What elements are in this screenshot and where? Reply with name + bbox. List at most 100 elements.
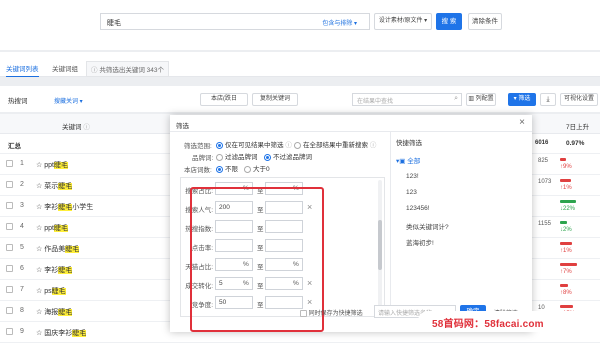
row-count: 1155 xyxy=(538,221,551,227)
radio-selected-icon xyxy=(264,153,271,161)
row-trend: ↓22% xyxy=(560,206,576,212)
quick-filter-item[interactable]: 123456! xyxy=(406,205,430,212)
row-trend: ↑7% xyxy=(560,269,572,275)
scrollbar-track[interactable] xyxy=(378,180,382,314)
filter-button[interactable]: ▾ 筛选 xyxy=(508,93,536,106)
row-keyword[interactable]: ☆ 作品美睫毛 xyxy=(36,244,80,254)
quick-filter-item[interactable]: 123! xyxy=(406,173,419,180)
row-keyword[interactable]: ☆ ppt睫毛 xyxy=(36,160,68,170)
row-index: 8 xyxy=(20,307,24,314)
summary-percent: 0.97% xyxy=(566,140,585,147)
brand-option-nofilter[interactable]: 不过滤品牌词 xyxy=(264,151,312,161)
close-icon[interactable]: × xyxy=(519,117,525,128)
column-config-button[interactable]: ▥ 列配置 xyxy=(466,93,496,106)
row-index: 7 xyxy=(20,286,24,293)
keyword-highlight: 睫毛 xyxy=(58,204,73,211)
keyword-highlight: 睫毛 xyxy=(58,309,73,316)
file-type-dropdown[interactable]: 设计素材/原文件 ▾ xyxy=(374,13,432,30)
quick-filter-panel xyxy=(390,132,391,317)
clear-conditions-button[interactable]: 清除条件 xyxy=(468,13,502,30)
row-checkbox[interactable] xyxy=(6,181,13,188)
keyword-highlight: 睫毛 xyxy=(53,225,68,232)
column-config-label: 列配置 xyxy=(475,96,494,102)
help-icon: ⓘ xyxy=(285,142,292,149)
trend-bar xyxy=(560,284,568,287)
count-option-any[interactable]: 不限 xyxy=(216,163,238,173)
row-index: 5 xyxy=(20,244,24,251)
row-checkbox[interactable] xyxy=(6,244,13,251)
row-index: 6 xyxy=(20,265,24,272)
row-keyword[interactable]: ☆ 海报睫毛 xyxy=(36,307,73,317)
keyword-source-dropdown[interactable]: 搜藏关词 ▾ xyxy=(54,96,83,105)
save-quick-filter-checkbox[interactable]: 同时保存为快捷筛选 xyxy=(300,308,363,317)
row-checkbox[interactable] xyxy=(6,202,13,209)
row-keyword[interactable]: ☆ 李衫睫毛小学生 xyxy=(36,202,93,212)
info-icon: ⓘ xyxy=(91,67,98,74)
help-icon: ⓘ xyxy=(83,124,90,131)
row-index: 1 xyxy=(20,160,24,167)
keyword-highlight: 睫毛 xyxy=(53,162,68,169)
row-trend: ↓2% xyxy=(560,227,572,233)
quick-filter-item[interactable]: 类似关键词计? xyxy=(406,221,449,231)
match-mode-dropdown[interactable]: 包含与排除 ▾ xyxy=(322,18,357,27)
trend-bar xyxy=(560,242,572,245)
result-search-input[interactable]: 在结果中查找 ⌕ xyxy=(352,93,462,106)
brand-option-filter[interactable]: 过滤品牌词 xyxy=(216,151,258,161)
row-checkbox[interactable] xyxy=(6,286,13,293)
count-option-gt0[interactable]: 大于0 xyxy=(244,163,270,173)
toolbar-left-label: 热搜词 xyxy=(8,98,28,105)
filter-icon: ▾ xyxy=(513,96,517,102)
filter-dialog: 筛选 × 筛选范围: 仅在可见结果中筛选 ⓘ 在全部结果中重新搜索 ⓘ 品牌词:… xyxy=(170,115,532,332)
row-checkbox[interactable] xyxy=(6,160,13,167)
search-input-value: 睫毛 xyxy=(107,20,121,27)
row-count: 825 xyxy=(538,158,549,164)
help-icon: ⓘ xyxy=(369,142,377,149)
scope-label: 筛选范围: xyxy=(184,143,212,150)
row-keyword[interactable]: ☆ ps睫毛 xyxy=(36,286,66,296)
summary-number: 6016 xyxy=(535,140,549,146)
result-count-badge: ⓘ 共筛选出关键词 343个 xyxy=(86,61,169,77)
row-checkbox[interactable] xyxy=(6,223,13,230)
row-checkbox[interactable] xyxy=(6,265,13,272)
download-icon: ⤓ xyxy=(546,96,550,103)
row-trend: ↑9% xyxy=(560,164,572,170)
search-icon: ⌕ xyxy=(454,95,458,102)
result-search-placeholder: 在结果中查找 xyxy=(357,99,394,105)
tab-keyword-list[interactable]: 关键词列表 xyxy=(6,63,39,77)
row-count: 1073 xyxy=(538,179,552,185)
row-keyword[interactable]: ☆ 国庆李衫睫毛 xyxy=(36,328,87,338)
scrollbar-thumb[interactable] xyxy=(378,220,382,270)
shop-filter-button[interactable]: 本店(跌日 xyxy=(200,93,248,106)
filter-button-label: 筛选 xyxy=(518,96,531,102)
trend-bar xyxy=(560,179,571,182)
trend-bar xyxy=(560,158,566,161)
row-checkbox[interactable] xyxy=(6,307,13,314)
brand-label: 品牌词: xyxy=(192,155,214,162)
row-trend: ↑1% xyxy=(560,185,572,191)
keyword-highlight: 睫毛 xyxy=(58,183,73,190)
columns-icon: ▥ xyxy=(468,96,474,102)
quick-filter-item[interactable]: 蓝海初步! xyxy=(406,237,434,247)
scope-option-visible[interactable]: 仅在可见结果中筛选 ⓘ xyxy=(216,139,292,149)
trend-bar xyxy=(560,221,567,224)
scope-option-all[interactable]: 在全部结果中重新搜索 ⓘ xyxy=(294,139,376,149)
row-trend: ↑1% xyxy=(560,248,572,254)
copy-keywords-button[interactable]: 复制关键词 xyxy=(252,93,298,106)
search-button[interactable]: 搜 索 xyxy=(436,13,462,30)
checkbox-icon xyxy=(300,309,307,317)
quick-filter-item[interactable]: 123 xyxy=(406,189,417,196)
tab-keyword-group[interactable]: 关键词组 xyxy=(52,63,78,73)
row-keyword[interactable]: ☆ 菜示睫毛 xyxy=(36,181,73,191)
visual-settings-button[interactable]: 可视化设置 xyxy=(560,93,598,106)
keyword-highlight: 睫毛 xyxy=(65,246,80,253)
radio-selected-icon xyxy=(216,165,223,173)
count-label: 本店词数: xyxy=(184,167,212,174)
keyword-highlight: 睫毛 xyxy=(51,288,66,295)
download-button[interactable]: ⤓ xyxy=(540,93,556,106)
result-count-text: 共筛选出关键词 343个 xyxy=(99,67,164,74)
quick-filter-all[interactable]: ▾▣ 全部 xyxy=(396,155,420,165)
row-keyword[interactable]: ☆ ppt睫毛 xyxy=(36,223,68,233)
search-input[interactable]: 睫毛 包含与排除 ▾ xyxy=(100,13,370,30)
row-keyword[interactable]: ☆ 李衫睫毛 xyxy=(36,265,73,275)
watermark-text: 58首码网：58facai.com xyxy=(432,319,544,330)
